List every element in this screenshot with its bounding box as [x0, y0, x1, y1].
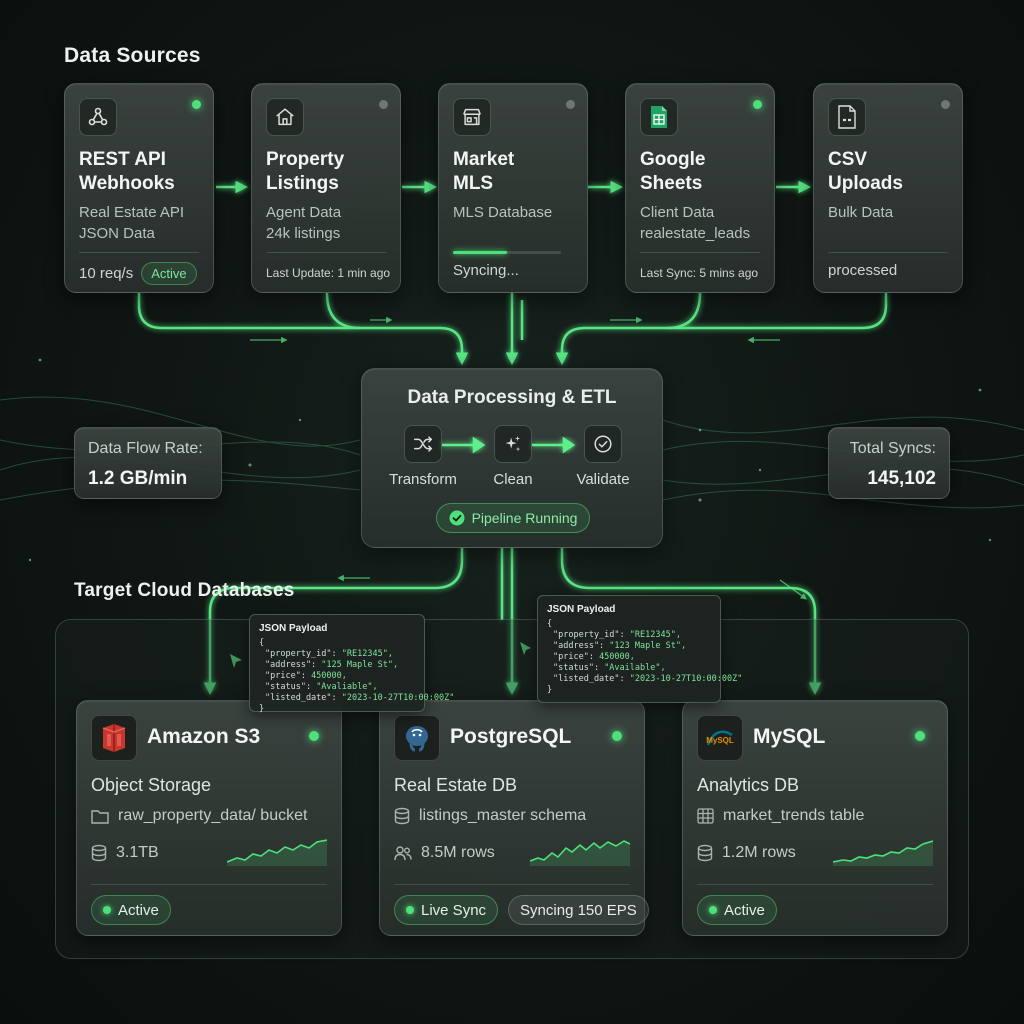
divider [394, 884, 630, 885]
source-subtitle: MLS Database [453, 204, 553, 221]
source-footer: Syncing... [453, 262, 519, 279]
aws-s3-logo [91, 715, 137, 761]
source-subtitle: Real Estate API JSON Data [79, 204, 185, 242]
row-count: 1.2M rows [697, 844, 796, 862]
target-card-mysql[interactable]: MySQL MySQL Analytics DB market_trends t… [682, 700, 948, 936]
sync-progress-fill [453, 251, 507, 254]
source-footer: 10 req/s Active [79, 262, 197, 285]
stat-value: 1.2 GB/min [88, 468, 188, 489]
storefront-icon [453, 98, 491, 136]
sources-section-title: Data Sources [64, 44, 201, 67]
active-badge: Active [141, 262, 197, 285]
source-subtitle: Bulk Data [828, 204, 894, 221]
source-footer: processed [828, 262, 898, 279]
db-type: Real Estate DB [394, 775, 518, 795]
divider [91, 884, 327, 885]
db-name: Amazon S3 [147, 725, 261, 748]
source-footer: Last Sync: 5 mins ago [640, 266, 759, 280]
source-title: REST API Webhooks [79, 149, 175, 194]
check-badge-icon [449, 510, 465, 526]
status-dot [753, 100, 762, 109]
db-type: Analytics DB [697, 775, 800, 795]
database-icon [394, 807, 410, 825]
payload-title: JSON Payload [259, 623, 328, 634]
home-icon [266, 98, 304, 136]
csv-file-icon [828, 98, 866, 136]
stat-value: 145,102 [867, 468, 936, 489]
source-card-rest-api[interactable]: REST API Webhooks Real Estate API JSON Dat… [64, 83, 214, 293]
svg-text:MySQL: MySQL [706, 736, 734, 745]
sparkline-chart [530, 840, 630, 866]
targets-section-title: Target Cloud Databases [74, 580, 295, 601]
webhook-icon [79, 98, 117, 136]
active-status-pill: Active [697, 895, 777, 925]
status-dot [915, 731, 925, 741]
source-card-csv-uploads[interactable]: CSV Uploads Bulk Data processed [813, 83, 963, 293]
data-flow-rate-stat: Data Flow Rate: 1.2 GB/min [74, 427, 222, 499]
source-card-google-sheets[interactable]: Google Sheets Client Data realestate_leads… [625, 83, 775, 293]
total-syncs-stat: Total Syncs: 145,102 [828, 427, 950, 499]
source-footer: Last Update: 1 min ago [266, 266, 391, 280]
stat-label: Total Syncs: [849, 440, 936, 457]
source-title: Property Listings [266, 149, 345, 194]
folder-icon [91, 810, 109, 824]
sync-progress-bar [453, 251, 561, 254]
json-payload-tooltip-right: JSON Payload { "property_id": "RE12345",… [537, 595, 742, 703]
source-title: Google Sheets [640, 149, 706, 194]
source-card-property-listings[interactable]: Property Listings Agent Data 24k listings … [251, 83, 401, 293]
sync-rate-pill: Syncing 150 EPS [508, 895, 649, 925]
storage-size: 3.1TB [91, 844, 159, 862]
divider [640, 252, 760, 253]
bucket-info: raw_property_data/ bucket [91, 807, 307, 825]
divider [266, 252, 386, 253]
users-icon [394, 846, 412, 861]
database-icon [697, 844, 713, 862]
status-dot [941, 100, 950, 109]
status-dot [379, 100, 388, 109]
source-title: CSV Uploads [828, 149, 903, 194]
db-type: Object Storage [91, 775, 212, 795]
source-subtitle: Client Data realestate_leads [640, 204, 751, 242]
divider [79, 252, 199, 253]
pipeline-status-badge: Pipeline Running [436, 503, 590, 533]
mysql-logo: MySQL [697, 715, 743, 761]
stat-label: Data Flow Rate: [88, 440, 203, 457]
etl-processing-card[interactable]: Data Processing & ETL Transform Clean Va… [361, 368, 663, 548]
source-card-market-mls[interactable]: Market MLS MLS Database Syncing... [438, 83, 588, 293]
status-dot [309, 731, 319, 741]
schema-info: listings_master schema [394, 807, 586, 825]
active-status-pill: Active [91, 895, 171, 925]
source-subtitle: Agent Data 24k listings [266, 204, 342, 242]
status-dot [566, 100, 575, 109]
target-card-amazon-s3[interactable]: Amazon S3 Object Storage raw_property_da… [76, 700, 342, 936]
source-title: Market MLS [453, 149, 515, 194]
divider [697, 884, 933, 885]
sparkline-chart [833, 840, 933, 866]
divider [828, 252, 948, 253]
request-rate: 10 req/s [79, 265, 134, 282]
pipeline-status-text: Pipeline Running [471, 510, 578, 526]
sparkline-chart [227, 839, 327, 866]
json-payload-tooltip-left: JSON Payload { "property_id": "RE12345",… [249, 614, 454, 714]
db-name: MySQL [753, 725, 826, 748]
spreadsheet-icon [640, 98, 678, 136]
table-icon [697, 808, 714, 824]
row-count: 8.5M rows [394, 844, 495, 862]
live-sync-pill: Live Sync [394, 895, 499, 925]
target-card-postgresql[interactable]: PostgreSQL Real Estate DB listings_maste… [379, 700, 649, 936]
db-name: PostgreSQL [450, 725, 572, 748]
table-info: market_trends table [697, 807, 864, 825]
payload-title: JSON Payload [547, 604, 616, 615]
status-dot [612, 731, 622, 741]
database-icon [91, 844, 107, 862]
postgresql-logo [394, 715, 440, 761]
status-dot [192, 100, 201, 109]
